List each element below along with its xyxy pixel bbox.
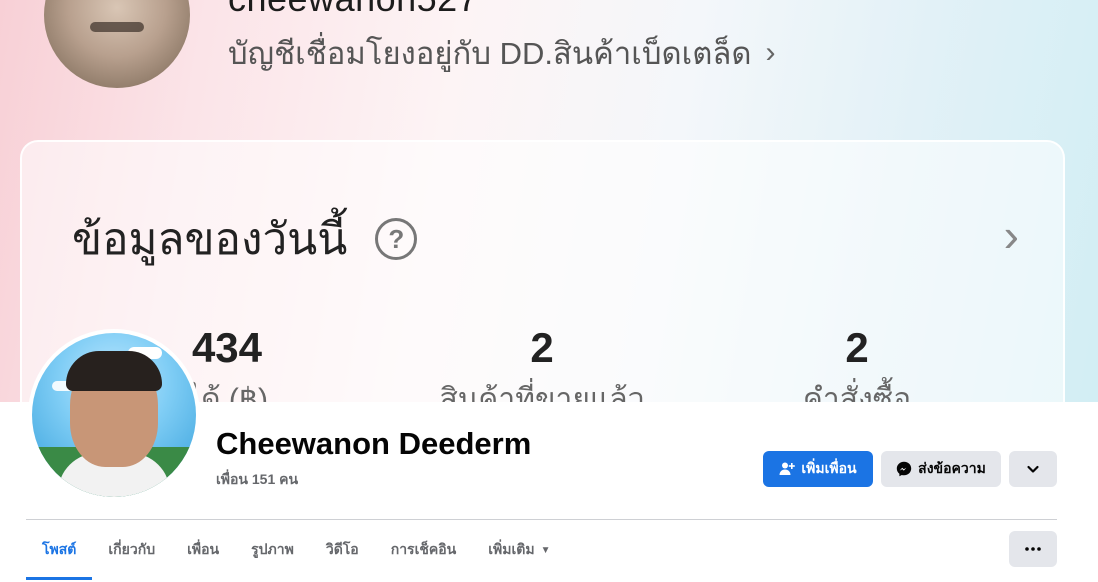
cover-stat-value: 2 xyxy=(845,324,869,371)
chevron-down-icon xyxy=(1026,462,1040,476)
cover-stat-label: คำสั่งซื้อ xyxy=(802,383,912,402)
chevron-right-icon: › xyxy=(765,36,776,69)
cover-stat-items-sold: 2 สินค้าที่ขายแล้ว xyxy=(412,324,672,402)
cover-linked-account: บัญชีเชื่อมโยงอยู่กับ DD.สินค้าเบ็ดเตล็ด… xyxy=(228,28,776,78)
cover-linked-account-label: บัญชีเชื่อมโยงอยู่กับ DD.สินค้าเบ็ดเตล็ด xyxy=(228,36,752,71)
message-button[interactable]: ส่งข้อความ xyxy=(881,451,1001,487)
ellipsis-icon xyxy=(1025,547,1041,551)
cover-photo-avatar xyxy=(44,0,190,88)
tab-label: รูปภาพ xyxy=(251,541,294,557)
chevron-right-icon: › xyxy=(1003,209,1019,261)
profile-tabs: โพสต์ เกี่ยวกับ เพื่อน รูปภาพ วิดีโอ การ… xyxy=(26,520,566,580)
profile-avatar[interactable] xyxy=(28,329,200,501)
tab-more[interactable]: เพิ่มเติม ▼ xyxy=(472,520,566,580)
profile-picture xyxy=(32,333,196,497)
tab-videos[interactable]: วิดีโอ xyxy=(310,520,375,580)
caret-down-icon: ▼ xyxy=(540,544,551,556)
profile-name[interactable]: Cheewanon Deederm xyxy=(216,426,531,462)
tab-check-ins[interactable]: การเช็คอิน xyxy=(375,520,473,580)
add-friend-label: เพิ่มเพื่อน xyxy=(801,460,857,476)
message-label: ส่งข้อความ xyxy=(918,460,986,476)
profile-options-dropdown-button[interactable] xyxy=(1009,451,1057,487)
tab-friends[interactable]: เพื่อน xyxy=(171,520,235,580)
cover-stat-value: 2 xyxy=(530,324,554,371)
cover-photo[interactable]: cheewanon527 บัญชีเชื่อมโยงอยู่กับ DD.สิ… xyxy=(0,0,1098,402)
tab-label: การเช็คอิน xyxy=(390,541,457,557)
tab-photos[interactable]: รูปภาพ xyxy=(235,520,310,580)
person-plus-icon xyxy=(779,461,796,477)
cover-card-title: ข้อมูลของวันนี้ ? xyxy=(72,204,418,274)
cover-card-title-text: ข้อมูลของวันนี้ xyxy=(72,215,348,264)
tab-label: เพื่อน xyxy=(187,541,220,557)
tab-label: เพิ่มเติม xyxy=(488,541,535,557)
tab-label: โพสต์ xyxy=(42,541,77,557)
help-icon: ? xyxy=(375,218,418,260)
friends-count[interactable]: เพื่อน 151 คน xyxy=(216,469,298,491)
tab-about[interactable]: เกี่ยวกับ xyxy=(92,520,171,580)
more-options-button[interactable] xyxy=(1009,531,1057,567)
tab-label: วิดีโอ xyxy=(325,541,359,557)
cover-stat-orders: 2 คำสั่งซื้อ xyxy=(772,324,942,402)
add-friend-button[interactable]: เพิ่มเพื่อน xyxy=(763,451,873,487)
cover-username-text: cheewanon527 xyxy=(228,0,478,20)
tab-label: เกี่ยวกับ xyxy=(108,541,156,557)
messenger-icon xyxy=(896,461,912,477)
cover-stat-label: สินค้าที่ขายแล้ว xyxy=(439,383,645,402)
tab-posts[interactable]: โพสต์ xyxy=(26,520,93,580)
